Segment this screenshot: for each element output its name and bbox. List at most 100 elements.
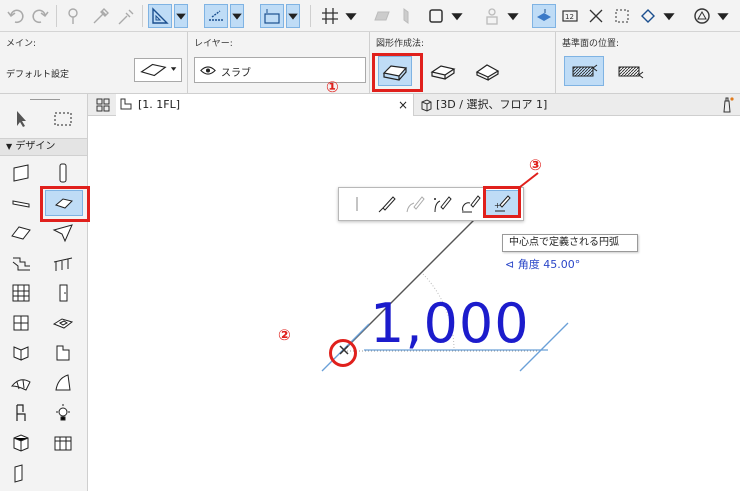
user-lock-icon[interactable] bbox=[480, 4, 504, 28]
guide-line-icon[interactable] bbox=[204, 4, 228, 28]
design-section-header[interactable]: ▼ デザイン bbox=[0, 138, 87, 156]
chevron-down-icon[interactable] bbox=[230, 4, 244, 28]
dimension-value: 1,000 bbox=[370, 292, 530, 355]
floor-tab-label: [1. 1FL] bbox=[138, 98, 181, 111]
panel-tool-icon[interactable] bbox=[6, 458, 36, 488]
info-box: メイン: デフォルト設定 レイヤー: スラブ 図形作成法: 基準面の位置: bbox=[0, 32, 740, 94]
view-tab-bar: [1. 1FL] × [3D / 選択、フロア 1] bbox=[88, 94, 740, 116]
vertical-plane-icon[interactable] bbox=[394, 4, 418, 28]
redo-icon[interactable] bbox=[28, 4, 52, 28]
main-label: メイン: bbox=[6, 39, 37, 49]
pencil-tangent-icon[interactable] bbox=[429, 190, 457, 218]
column-tool-icon[interactable] bbox=[48, 158, 78, 188]
pencil-arc-icon[interactable] bbox=[401, 190, 429, 218]
beam-tool-icon[interactable] bbox=[6, 188, 36, 218]
reference-bottom-button[interactable] bbox=[610, 56, 650, 86]
pet-separator bbox=[343, 190, 371, 218]
svg-text:12: 12 bbox=[565, 13, 574, 21]
chair-tool-icon[interactable] bbox=[6, 398, 36, 428]
tab-3d-view[interactable]: [3D / 選択、フロア 1] bbox=[416, 94, 676, 116]
lamp-tool-icon[interactable] bbox=[48, 398, 78, 428]
chevron-down-icon[interactable] bbox=[450, 4, 464, 28]
marquee-tool-icon[interactable] bbox=[48, 104, 78, 134]
pencil-circle-icon[interactable] bbox=[457, 190, 485, 218]
parallelogram-icon[interactable] bbox=[370, 4, 394, 28]
rectangle-slab-method-button[interactable] bbox=[426, 56, 460, 86]
zone-tool-icon[interactable] bbox=[6, 428, 36, 458]
chevron-down-icon[interactable] bbox=[506, 4, 520, 28]
chevron-down-icon[interactable] bbox=[344, 4, 358, 28]
start-point-highlight bbox=[329, 339, 357, 367]
marker-3: ③ bbox=[529, 156, 542, 174]
rotated-rectangle-slab-method-button[interactable] bbox=[470, 56, 504, 86]
arrow-tool-icon[interactable] bbox=[6, 104, 36, 134]
layer-select[interactable]: スラブ bbox=[194, 57, 366, 83]
square-frame-icon[interactable] bbox=[424, 4, 448, 28]
dimension-12-icon[interactable]: 12 bbox=[558, 4, 582, 28]
marker-2: ② bbox=[278, 326, 291, 344]
geometry-method-highlight bbox=[372, 53, 423, 92]
syringe-icon[interactable] bbox=[114, 4, 138, 28]
door-tool-icon[interactable] bbox=[48, 278, 78, 308]
reference-plane-section: 基準面の位置: bbox=[556, 32, 740, 94]
stair-tool-icon[interactable] bbox=[6, 248, 36, 278]
layer-value: スラブ bbox=[221, 68, 251, 79]
mesh-tool-icon[interactable] bbox=[6, 368, 36, 398]
center-arc-highlight bbox=[483, 186, 521, 218]
cross-arrows-icon[interactable] bbox=[584, 4, 608, 28]
chevron-down-icon[interactable] bbox=[716, 4, 730, 28]
slab-favorites-button[interactable] bbox=[134, 58, 182, 82]
reference-top-button[interactable] bbox=[564, 56, 604, 86]
main-value: デフォルト設定 bbox=[6, 70, 70, 80]
layer-label: レイヤー: bbox=[194, 39, 233, 49]
design-label: デザイン bbox=[15, 141, 56, 152]
wall-tool-icon[interactable] bbox=[6, 158, 36, 188]
layer-section: レイヤー: スラブ bbox=[188, 32, 370, 94]
eyedropper-icon[interactable] bbox=[88, 4, 112, 28]
floor-plan-icon bbox=[120, 98, 132, 110]
reference-label: 基準面の位置: bbox=[562, 39, 620, 49]
view3d-tab-label: [3D / 選択、フロア 1] bbox=[436, 98, 548, 111]
tab-floor-plan[interactable]: [1. 1FL] × bbox=[116, 94, 414, 116]
navigator-lighthouse-icon[interactable] bbox=[716, 94, 738, 116]
pencil-line-icon[interactable] bbox=[373, 190, 401, 218]
marker-1: ① bbox=[326, 78, 339, 96]
rotate-view-icon[interactable] bbox=[636, 4, 660, 28]
toolbox-handle bbox=[30, 99, 60, 100]
curtain-wall-tool-icon[interactable] bbox=[6, 278, 36, 308]
undo-icon[interactable] bbox=[4, 4, 28, 28]
tooltip: 中心点で定義される円弧 bbox=[502, 234, 638, 252]
object-tool-icon[interactable] bbox=[48, 338, 78, 368]
corner-window-tool-icon[interactable] bbox=[6, 338, 36, 368]
chevron-down-icon[interactable] bbox=[662, 4, 676, 28]
close-tab-icon[interactable]: × bbox=[398, 94, 408, 116]
geometry-label: 図形作成法: bbox=[376, 39, 425, 49]
select-frame-icon[interactable] bbox=[610, 4, 634, 28]
chevron-down-icon[interactable] bbox=[174, 4, 188, 28]
angle-label: 角度 bbox=[517, 258, 540, 271]
magic-wand-icon[interactable] bbox=[62, 4, 86, 28]
roof-tool-icon[interactable] bbox=[6, 218, 36, 248]
angle-readout: ⊲ 角度 45.00° bbox=[505, 256, 580, 272]
xy-coordinate-icon[interactable] bbox=[260, 4, 284, 28]
ruler-triangle-icon[interactable] bbox=[148, 4, 172, 28]
angle-icon: ⊲ bbox=[505, 258, 515, 271]
layer-stack-icon[interactable] bbox=[532, 4, 556, 28]
main-section: メイン: デフォルト設定 bbox=[0, 32, 188, 94]
grid-view-icon[interactable] bbox=[92, 94, 114, 116]
shell-tool-icon[interactable] bbox=[48, 218, 78, 248]
top-toolbar: 12 bbox=[0, 0, 740, 32]
skylight-tool-icon[interactable] bbox=[48, 308, 78, 338]
circle-triangle-icon[interactable] bbox=[690, 4, 714, 28]
3d-view-icon bbox=[421, 99, 432, 112]
window-tool-icon[interactable] bbox=[6, 308, 36, 338]
slab-tool-highlight bbox=[40, 186, 90, 222]
chevron-down-icon[interactable] bbox=[286, 4, 300, 28]
angle-value: 45.00° bbox=[543, 258, 581, 271]
morph-tool-icon[interactable] bbox=[48, 368, 78, 398]
railing-tool-icon[interactable] bbox=[48, 248, 78, 278]
stair-3d-tool-icon[interactable] bbox=[48, 428, 78, 458]
grid-snap-icon[interactable] bbox=[318, 4, 342, 28]
caret-down-icon: ▼ bbox=[6, 142, 13, 151]
toolbox-panel: ▼ デザイン bbox=[0, 94, 88, 491]
